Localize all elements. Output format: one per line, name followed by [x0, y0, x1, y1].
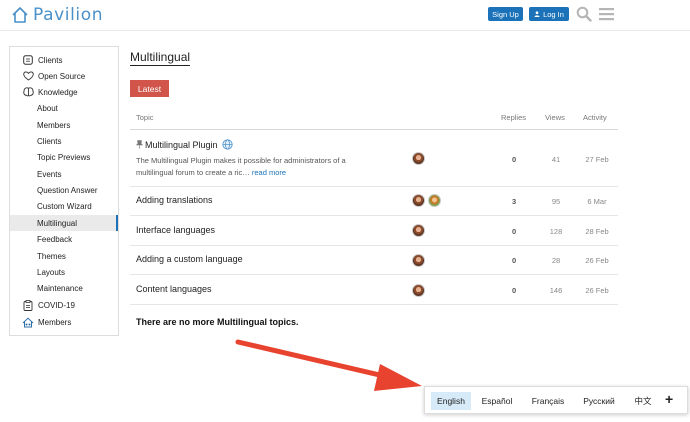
- language-option-francais[interactable]: Français: [526, 392, 570, 410]
- language-option-chinese[interactable]: 中文: [629, 392, 657, 410]
- language-option-english[interactable]: English: [431, 392, 471, 410]
- language-option-russian[interactable]: Русский: [578, 392, 620, 410]
- language-switcher: English Español Français Русский 中文 +: [424, 386, 688, 414]
- annotation-arrow: [235, 339, 422, 391]
- add-language-button[interactable]: +: [665, 391, 673, 407]
- language-option-espanol[interactable]: Español: [477, 392, 517, 410]
